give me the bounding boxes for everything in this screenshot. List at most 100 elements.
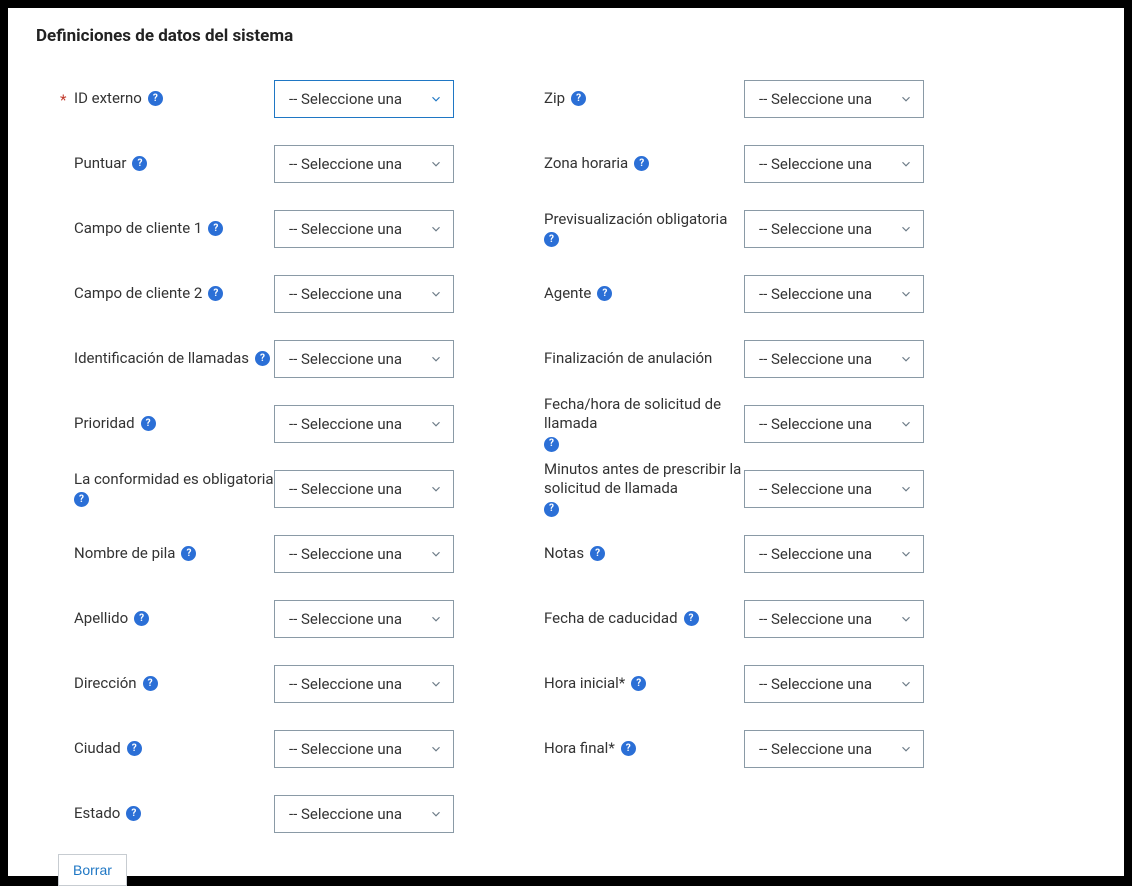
chevron-down-icon — [899, 222, 913, 236]
help-icon[interactable]: ? — [684, 611, 699, 626]
select-nombre-pila[interactable]: -- Seleccione una — [274, 535, 454, 573]
field-label: Agente — [544, 284, 591, 303]
select-prioridad[interactable]: -- Seleccione una — [274, 405, 454, 443]
field-label: Hora inicial* — [544, 674, 625, 693]
field-label-wrap: Fecha/hora de solicitud de llamada? — [544, 395, 744, 452]
select-zip[interactable]: -- Seleccione una — [744, 80, 924, 118]
help-icon[interactable]: ? — [544, 232, 559, 247]
help-icon[interactable]: ? — [127, 741, 142, 756]
select-id-externo[interactable]: -- Seleccione una — [274, 80, 454, 118]
field-label-wrap: Hora inicial*? — [544, 674, 744, 693]
select-value: -- Seleccione una — [759, 675, 872, 693]
field-label-wrap: Hora final*? — [544, 739, 744, 758]
chevron-down-icon — [899, 612, 913, 626]
help-icon[interactable]: ? — [74, 492, 89, 507]
select-direccion[interactable]: -- Seleccione una — [274, 665, 454, 703]
chevron-down-icon — [429, 742, 443, 756]
chevron-down-icon — [899, 547, 913, 561]
help-icon[interactable]: ? — [143, 676, 158, 691]
chevron-down-icon — [899, 482, 913, 496]
select-value: -- Seleccione una — [289, 415, 402, 433]
field-row-nombre-pila: Nombre de pila?-- Seleccione una — [74, 521, 454, 586]
field-row-apellido: Apellido? -- Seleccione una — [74, 586, 454, 651]
field-label-wrap: Agente? — [544, 284, 744, 303]
select-minutos-prescribir-solicitud[interactable]: -- Seleccione una — [744, 470, 924, 508]
field-label: Zip — [544, 89, 565, 108]
help-icon[interactable]: ? — [132, 156, 147, 171]
select-campo-cliente-1[interactable]: -- Seleccione una — [274, 210, 454, 248]
field-row-ciudad: Ciudad?-- Seleccione una — [74, 716, 454, 781]
select-value: -- Seleccione una — [289, 480, 402, 498]
select-campo-cliente-2[interactable]: -- Seleccione una — [274, 275, 454, 313]
field-row-zona-horaria: Zona horaria?-- Seleccione una — [544, 131, 924, 196]
select-ciudad[interactable]: -- Seleccione una — [274, 730, 454, 768]
field-label-wrap: Campo de cliente 2? — [74, 284, 274, 303]
help-icon[interactable]: ? — [141, 416, 156, 431]
field-label: Identificación de llamadas — [74, 349, 249, 368]
field-label-wrap: *ID externo? — [74, 89, 274, 108]
help-icon[interactable]: ? — [148, 91, 163, 106]
chevron-down-icon — [429, 417, 443, 431]
select-value: -- Seleccione una — [759, 285, 872, 303]
field-label-wrap: Zona horaria? — [544, 154, 744, 173]
help-icon[interactable]: ? — [621, 741, 636, 756]
select-conformidad-obligatoria[interactable]: -- Seleccione una — [274, 470, 454, 508]
help-icon[interactable]: ? — [134, 611, 149, 626]
select-puntuar[interactable]: -- Seleccione una — [274, 145, 454, 183]
select-identificacion-llamadas[interactable]: -- Seleccione una — [274, 340, 454, 378]
help-icon[interactable]: ? — [181, 546, 196, 561]
select-estado[interactable]: -- Seleccione una — [274, 795, 454, 833]
help-icon[interactable]: ? — [631, 676, 646, 691]
select-value: -- Seleccione una — [759, 610, 872, 628]
select-value: -- Seleccione una — [289, 350, 402, 368]
select-agente[interactable]: -- Seleccione una — [744, 275, 924, 313]
select-value: -- Seleccione una — [759, 90, 872, 108]
select-hora-inicial[interactable]: -- Seleccione una — [744, 665, 924, 703]
field-label-wrap: Campo de cliente 1? — [74, 219, 274, 238]
chevron-down-icon — [429, 482, 443, 496]
select-value: -- Seleccione una — [759, 480, 872, 498]
help-icon[interactable]: ? — [126, 806, 141, 821]
field-label: ID externo — [74, 89, 142, 108]
chevron-down-icon — [429, 222, 443, 236]
select-apellido[interactable]: -- Seleccione una — [274, 600, 454, 638]
chevron-down-icon — [429, 677, 443, 691]
field-label: Estado — [74, 804, 120, 823]
field-label-wrap: Estado? — [74, 804, 274, 823]
field-label: Prioridad — [74, 414, 135, 433]
help-icon[interactable]: ? — [208, 221, 223, 236]
select-fecha-hora-solicitud-llamada[interactable]: -- Seleccione una — [744, 405, 924, 443]
field-row-notas: Notas?-- Seleccione una — [544, 521, 924, 586]
help-icon[interactable]: ? — [544, 502, 559, 517]
field-label-wrap: Ciudad? — [74, 739, 274, 758]
select-hora-final[interactable]: -- Seleccione una — [744, 730, 924, 768]
help-icon[interactable]: ? — [571, 91, 586, 106]
select-finalizacion-anulacion[interactable]: -- Seleccione una — [744, 340, 924, 378]
select-zona-horaria[interactable]: -- Seleccione una — [744, 145, 924, 183]
help-icon[interactable]: ? — [634, 156, 649, 171]
field-row-identificacion-llamadas: Identificación de llamadas? -- Seleccione… — [74, 326, 454, 391]
help-icon[interactable]: ? — [590, 546, 605, 561]
field-row-conformidad-obligatoria: La conformidad es obligatoria?-- Selecci… — [74, 456, 454, 521]
select-value: -- Seleccione una — [759, 740, 872, 758]
select-value: -- Seleccione una — [289, 155, 402, 173]
fields-columns: *ID externo?-- Seleccione unaPuntuar?-- … — [36, 66, 1096, 846]
select-value: -- Seleccione una — [759, 545, 872, 563]
select-notas[interactable]: -- Seleccione una — [744, 535, 924, 573]
field-row-puntuar: Puntuar? -- Seleccione una — [74, 131, 454, 196]
select-value: -- Seleccione una — [289, 610, 402, 628]
select-fecha-caducidad[interactable]: -- Seleccione una — [744, 600, 924, 638]
help-icon[interactable]: ? — [255, 351, 270, 366]
field-label-wrap: Dirección? — [74, 674, 274, 693]
select-value: -- Seleccione una — [759, 220, 872, 238]
select-previsualizacion-obligatoria[interactable]: -- Seleccione una — [744, 210, 924, 248]
help-icon[interactable]: ? — [208, 286, 223, 301]
field-label-wrap: Apellido? — [74, 609, 274, 628]
field-label-wrap: Fecha de caducidad? — [544, 609, 744, 628]
clear-button[interactable]: Borrar — [58, 854, 127, 886]
help-icon[interactable]: ? — [544, 437, 559, 452]
required-asterisk: * — [60, 91, 66, 109]
field-label: Puntuar — [74, 154, 126, 173]
help-icon[interactable]: ? — [597, 286, 612, 301]
field-label: Campo de cliente 2 — [74, 284, 202, 303]
